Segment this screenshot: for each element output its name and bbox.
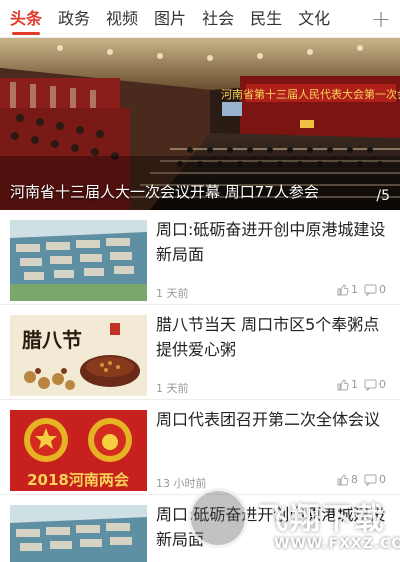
news-item[interactable]: 周口:砥砺奋进开创中原港城建设新局面 1 天前 1 0	[0, 210, 400, 305]
like-stat[interactable]: 1	[336, 283, 358, 296]
hero-carousel[interactable]: 河南省第十三届人民代表大会第一次会议 河南省十三届人大一次会议开幕 周口77人参…	[0, 38, 400, 210]
hero-caption[interactable]: 河南省十三届人大一次会议开幕 周口77人参会	[10, 180, 365, 204]
like-count: 1	[351, 283, 358, 296]
tab-government[interactable]: 政务	[50, 0, 98, 37]
add-channel-button[interactable]: +	[362, 0, 400, 37]
comment-icon	[364, 379, 377, 391]
site-watermark: 飞翔下载 WWW.FXXZ.COM	[178, 478, 400, 562]
tab-headlines[interactable]: 头条	[0, 0, 50, 37]
news-stats: 1 0	[330, 283, 386, 296]
comment-count: 0	[379, 378, 386, 391]
tab-fade	[342, 0, 364, 37]
thumb-up-icon	[337, 284, 349, 296]
news-stats: 1 0	[330, 378, 386, 391]
thumb-banner-text: 2018河南两会	[27, 471, 129, 489]
news-thumbnail: 2018河南两会	[10, 410, 147, 491]
like-count: 1	[351, 378, 358, 391]
news-title[interactable]: 周口代表团召开第二次全体会议	[156, 407, 390, 432]
hero-page-counter: /5	[376, 188, 390, 204]
tab-culture[interactable]: 文化	[290, 0, 338, 37]
watermark-url: WWW.FXXZ.COM	[274, 536, 400, 552]
comment-stat[interactable]: 0	[364, 283, 386, 296]
comment-stat[interactable]: 0	[364, 378, 386, 391]
watermark-brand: 飞翔下载	[258, 502, 386, 537]
tab-pictures[interactable]: 图片	[146, 0, 194, 37]
news-time: 1 天前	[156, 287, 189, 300]
category-tabs: 头条 政务 视频 图片 社会 民生 文化	[0, 0, 338, 37]
news-thumbnail	[10, 220, 147, 301]
like-stat[interactable]: 1	[336, 378, 358, 391]
news-thumbnail	[10, 505, 147, 562]
comment-count: 0	[379, 283, 386, 296]
watermark-logo-icon	[188, 488, 248, 548]
tab-video[interactable]: 视频	[98, 0, 146, 37]
tab-livelihood[interactable]: 民生	[242, 0, 290, 37]
plus-icon: +	[370, 5, 392, 33]
news-time: 1 天前	[156, 382, 189, 395]
news-title[interactable]: 周口:砥砺奋进开创中原港城建设新局面	[156, 217, 390, 267]
comment-icon	[364, 284, 377, 296]
news-item[interactable]: 腊八节 腊八节当天 周口市区5个奉粥点提供爱心粥 1 天前 1 0	[0, 305, 400, 400]
thumb-calligraphy: 腊八节	[21, 328, 82, 352]
tab-society[interactable]: 社会	[194, 0, 242, 37]
thumb-up-icon	[337, 379, 349, 391]
category-tab-bar: 头条 政务 视频 图片 社会 民生 文化 +	[0, 0, 400, 38]
hero-banner-text: 河南省第十三届人民代表大会第一次会议	[221, 87, 400, 101]
news-thumbnail: 腊八节	[10, 315, 147, 396]
news-title[interactable]: 腊八节当天 周口市区5个奉粥点提供爱心粥	[156, 312, 390, 362]
